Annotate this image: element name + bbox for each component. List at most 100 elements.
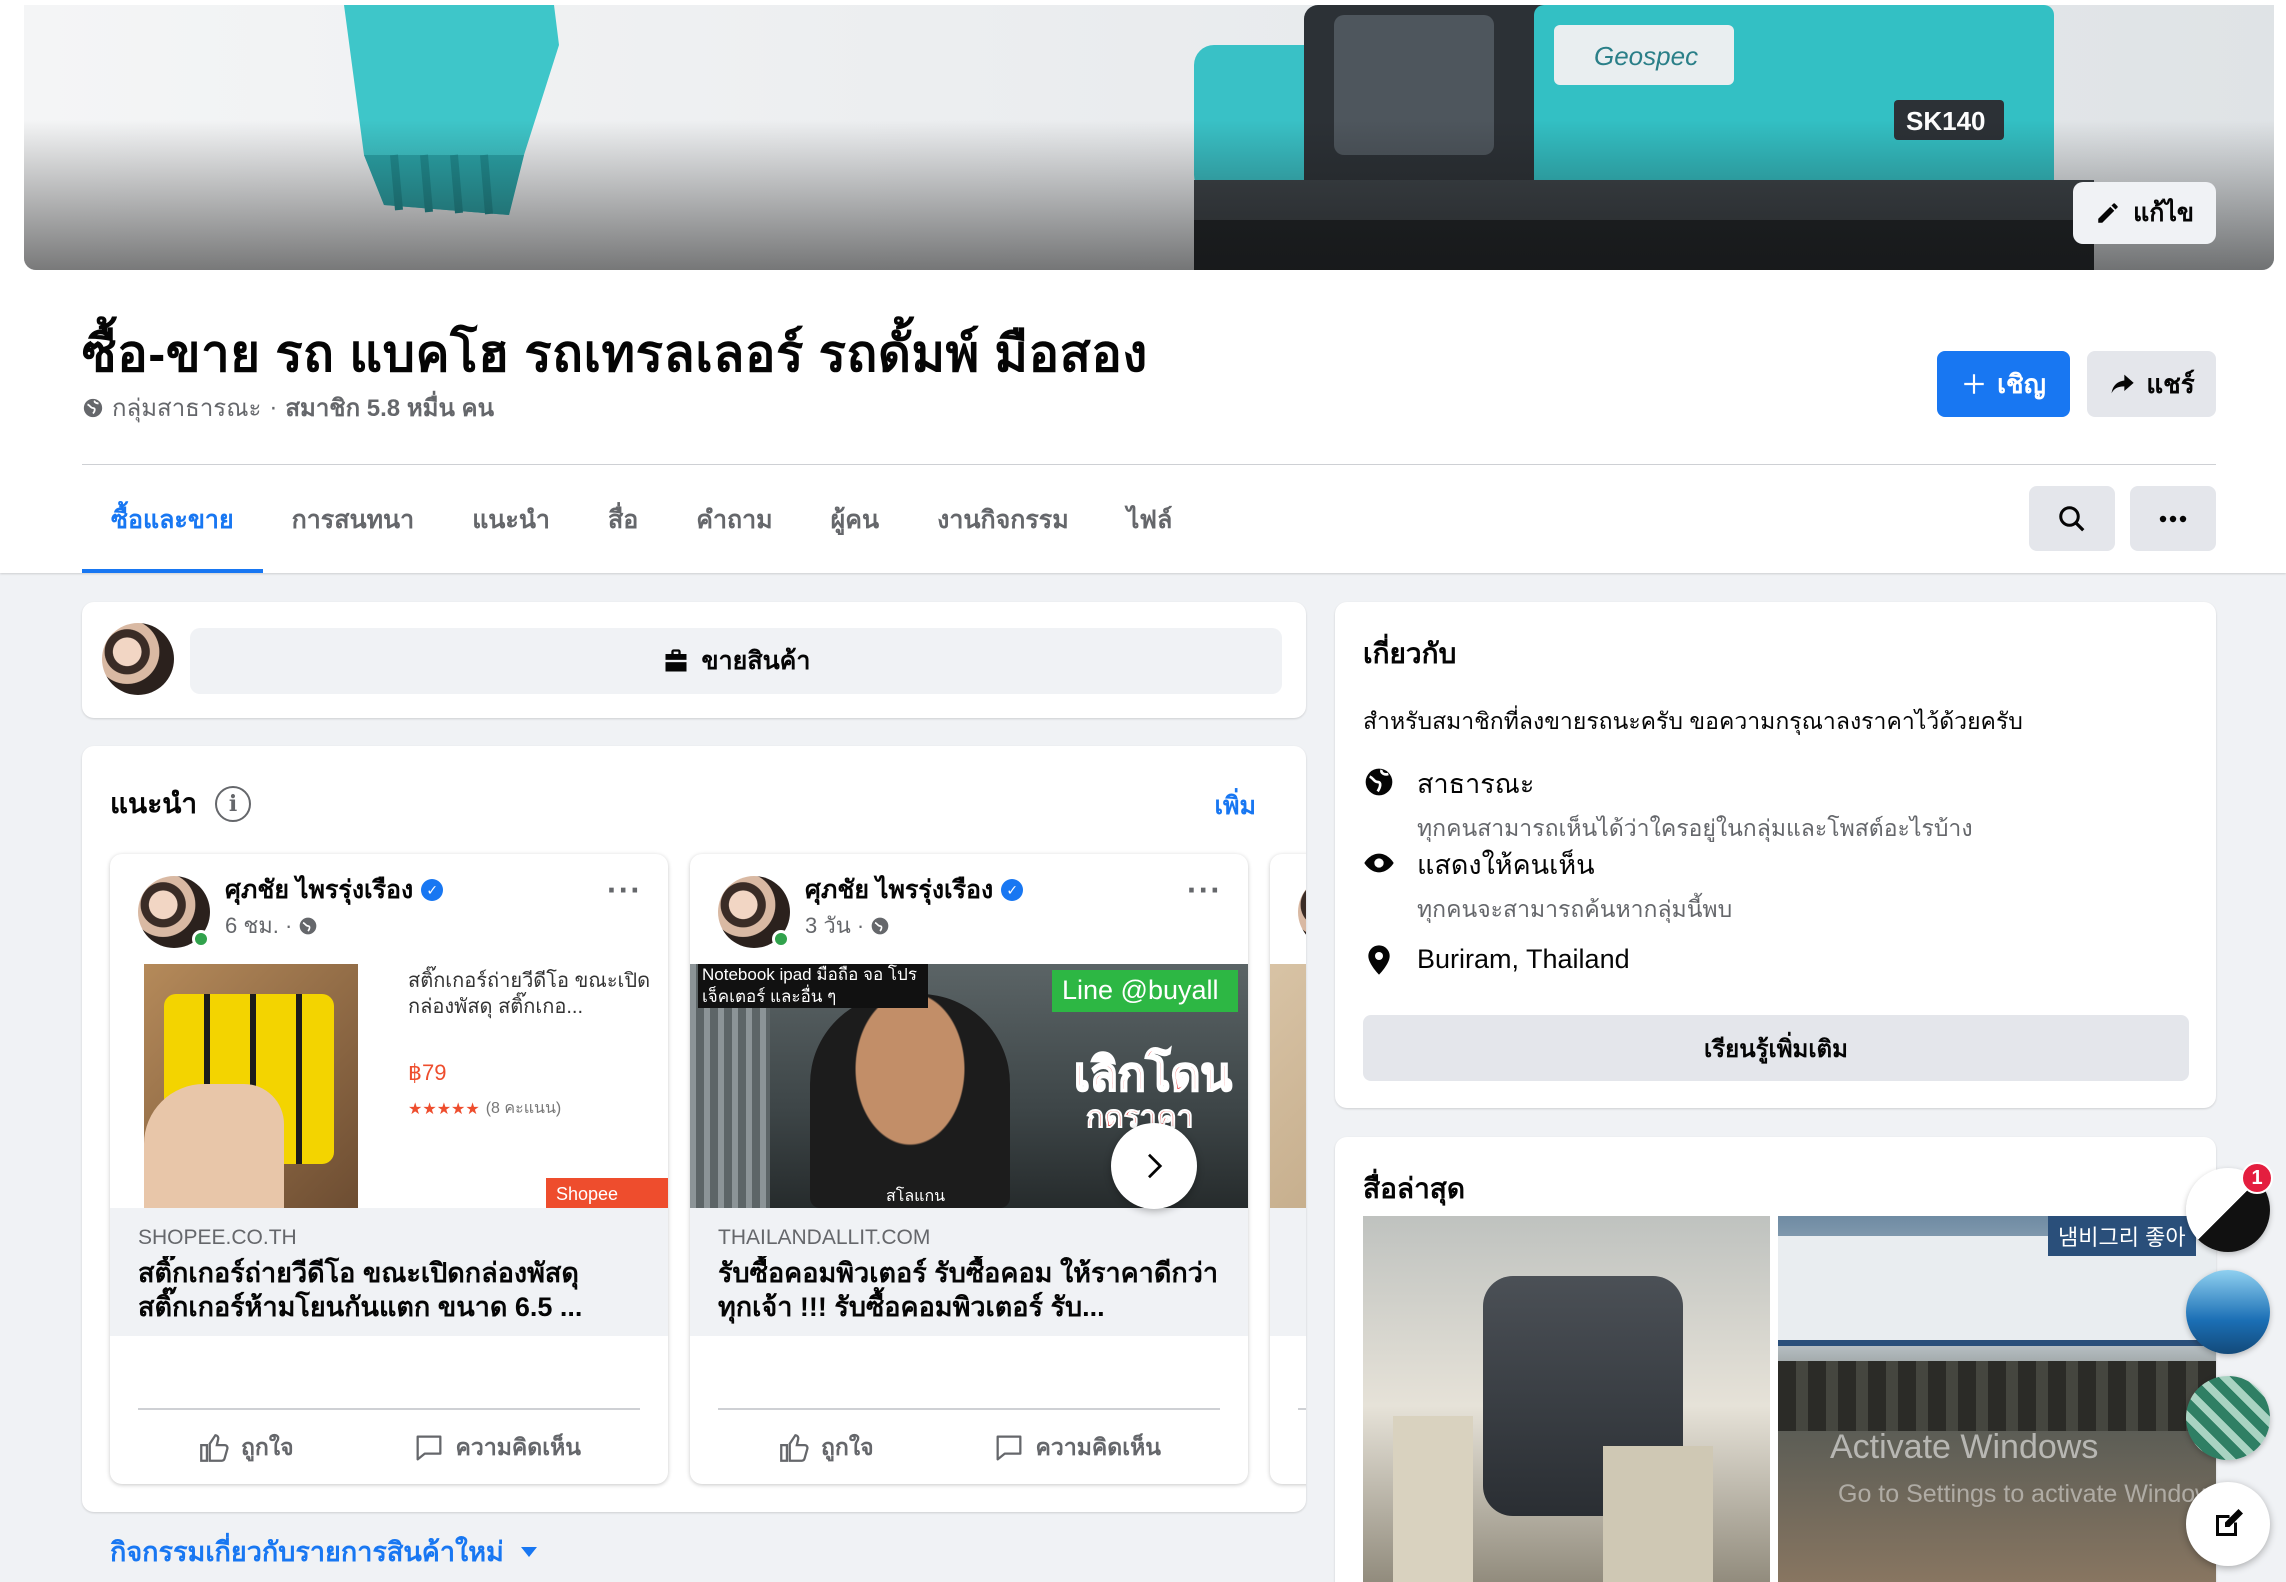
author-avatar[interactable] [1298, 876, 1306, 948]
post-time[interactable]: 3 วัน · [805, 908, 890, 943]
shopee-price: ฿79 [408, 1060, 447, 1085]
shopee-rating: ★★★★★ (8 คะแนน) [408, 1096, 561, 1121]
shopee-badge: Shopee [546, 1178, 668, 1208]
comment-button[interactable]: ความคิดเห็น [412, 1430, 581, 1466]
tab-questions[interactable]: คำถาม [667, 466, 801, 573]
link-title: สติ๊กเกอร์ถ่ายวีดีโอ ขณะเปิดกล่องพัสดุ ส… [138, 1258, 583, 1322]
comment-icon [416, 1435, 441, 1461]
comment-icon [996, 1435, 1021, 1461]
edit-cover-label: แก้ไข [2133, 199, 2194, 227]
shop-bag-icon [665, 649, 687, 672]
online-status-dot [772, 930, 790, 948]
post-author[interactable]: ศุภชัย ไพรรุ่งเรือง ✓ [225, 870, 444, 910]
post-link-preview[interactable]: THAILANDALLIT.COM รับซื้อคอมพิวเตอร์ รับ… [690, 1208, 1248, 1336]
location-text[interactable]: Buriram, Thailand [1417, 944, 1630, 976]
post-link-image[interactable] [1270, 964, 1306, 1208]
group-title[interactable]: ซื้อ-ขาย รถ แบคโฮ รถเทรลเลอร์ รถดั้มพ์ ม… [82, 313, 1148, 394]
post-link-preview[interactable]: SHOPEE.CO.TH สติ๊กเกอร์ถ่ายวีดีโอ ขณะเปิ… [110, 1208, 668, 1336]
recommended-post[interactable]: ศุภชัย ไพรรุ่งเรือง ✓ 6 ชม. · ··· สติ๊กเ… [110, 854, 668, 1484]
author-name[interactable]: ศุภชัย ไพรรุ่งเรือง [225, 870, 413, 910]
info-icon[interactable]: i [215, 786, 252, 822]
eye-icon [1364, 853, 1394, 873]
recommended-header: แนะนำ i [110, 782, 252, 826]
comment-label: ความคิดเห็น [455, 1434, 581, 1460]
tab-discussion[interactable]: การสนทนา [263, 466, 444, 573]
sell-item-button[interactable]: ขายสินค้า [190, 628, 1282, 694]
tab-events[interactable]: งานกิจกรรม [908, 466, 1098, 573]
like-label: ถูกใจ [240, 1434, 294, 1460]
avatar[interactable] [102, 623, 174, 695]
about-location-row: Buriram, Thailand [1363, 940, 1630, 976]
recommended-title: แนะนำ [110, 788, 198, 819]
like-button[interactable]: ถูกใจ [777, 1430, 874, 1466]
edit-cover-button[interactable]: แก้ไข [2073, 182, 2216, 244]
post-link-image[interactable]: สติ๊กเกอร์ถ่ายวีดีโอ ขณะเปิดกล่องพัสดุ ส… [110, 964, 668, 1208]
tab-media[interactable]: สื่อ [579, 466, 667, 573]
group-meta: กลุ่มสาธารณะ · สมาชิก 5.8 หมื่น คน [82, 388, 494, 427]
tab-people[interactable]: ผู้คน [802, 466, 908, 573]
recommended-post-partial[interactable] [1270, 854, 1306, 1484]
like-button[interactable]: ถูกใจ [197, 1430, 294, 1466]
see-more-link[interactable]: เพิ่ม [1214, 786, 1256, 826]
globe-icon [871, 917, 889, 934]
chat-head[interactable] [2186, 1376, 2270, 1460]
post-action-divider [138, 1408, 640, 1410]
about-card: เกี่ยวกับ สำหรับสมาชิกที่ลงขายรถนะครับ ข… [1335, 602, 2216, 1108]
cover-gradient [24, 120, 2274, 270]
tab-buy-sell[interactable]: ซื้อและขาย [82, 466, 263, 573]
media-thumbnail[interactable] [1363, 1216, 1770, 1582]
carousel-next-button[interactable] [1111, 1123, 1197, 1209]
console-shape [1603, 1446, 1713, 1582]
more-options-button[interactable] [2130, 486, 2216, 551]
search-button[interactable] [2029, 486, 2115, 551]
group-privacy: กลุ่มสาธารณะ [112, 395, 262, 422]
windows-activation-hint: Go to Settings to activate Windows. [1838, 1480, 2233, 1508]
comment-button[interactable]: ความคิดเห็น [992, 1430, 1161, 1466]
location-pin-icon [1368, 945, 1390, 975]
caret-down-icon [520, 1546, 537, 1557]
header-divider [82, 464, 2216, 465]
like-icon [780, 1434, 809, 1462]
tab-featured[interactable]: แนะนำ [443, 466, 579, 573]
link-domain: THAILANDALLIT.COM [718, 1226, 931, 1249]
author-name[interactable]: ศุภชัย ไพรรุ่งเรือง [805, 870, 993, 910]
post-more-dots-icon[interactable]: ··· [607, 872, 642, 909]
post-link-preview[interactable] [1270, 1208, 1306, 1336]
learn-more-button[interactable]: เรียนรู้เพิ่มเติม [1363, 1015, 2189, 1081]
group-header-area: Geospec SK140 แก้ไข ซื้อ-ขาย รถ แบคโฮ รถ… [0, 0, 2286, 573]
post-author[interactable]: ศุภชัย ไพรรุ่งเรือง ✓ [805, 870, 1024, 910]
track-shape [1778, 1361, 2216, 1431]
plus-icon [1964, 374, 1984, 394]
more-dots-icon [2159, 515, 2187, 522]
about-title: เกี่ยวกับ [1363, 638, 1457, 669]
lever-shape [1393, 1416, 1473, 1582]
recommended-card: แนะนำ i เพิ่ม ศุภชัย ไพรรุ่งเรือง ✓ 6 ชม… [82, 746, 1306, 1512]
windows-activation-watermark: Activate Windows [1830, 1428, 2099, 1466]
chat-head[interactable] [2186, 1270, 2270, 1354]
like-icon [200, 1434, 229, 1462]
unread-badge: 1 [2241, 1162, 2273, 1194]
search-icon [2059, 505, 2085, 531]
shopee-caption: สติ๊กเกอร์ถ่ายวีดีโอ ขณะเปิดกล่องพัสดุ ส… [408, 970, 651, 1018]
public-title: สาธารณะ [1417, 769, 1535, 799]
sticker-photo [144, 964, 358, 1208]
activity-link-label: กิจกรรมเกี่ยวกับรายการสินค้าใหม่ [110, 1537, 504, 1567]
new-listing-activity-link[interactable]: กิจกรรมเกี่ยวกับรายการสินค้าใหม่ [110, 1530, 538, 1573]
pencil-icon [2098, 203, 2118, 223]
share-button[interactable]: แชร์ [2087, 351, 2216, 417]
sign-text: 냄비그리 좋아 [2048, 1216, 2196, 1256]
media-thumbnail[interactable]: 냄비그리 좋아 [1778, 1216, 2216, 1582]
post-more-dots-icon[interactable]: ··· [1187, 872, 1222, 909]
invite-button[interactable]: เชิญ [1937, 351, 2070, 417]
about-public-row: สาธารณะ ทุกคนสามารถเห็นได้ว่าใครอยู่ในกล… [1363, 762, 1973, 847]
cover-photo[interactable]: Geospec SK140 แก้ไข [24, 5, 2274, 270]
tab-files[interactable]: ไฟล์ [1098, 466, 1202, 573]
globe-icon [1365, 768, 1393, 796]
group-members[interactable]: สมาชิก 5.8 หมื่น คน [285, 388, 494, 427]
hand-shape [144, 1084, 284, 1208]
post-time-text: 6 ชม. · [225, 913, 293, 938]
online-status-dot [192, 930, 210, 948]
recent-media-card: สื่อล่าสุด 냄비그리 좋아 [1335, 1137, 2216, 1582]
post-actions: ถูกใจ ความคิดเห็น [718, 1420, 1220, 1476]
post-time[interactable]: 6 ชม. · [225, 908, 318, 943]
